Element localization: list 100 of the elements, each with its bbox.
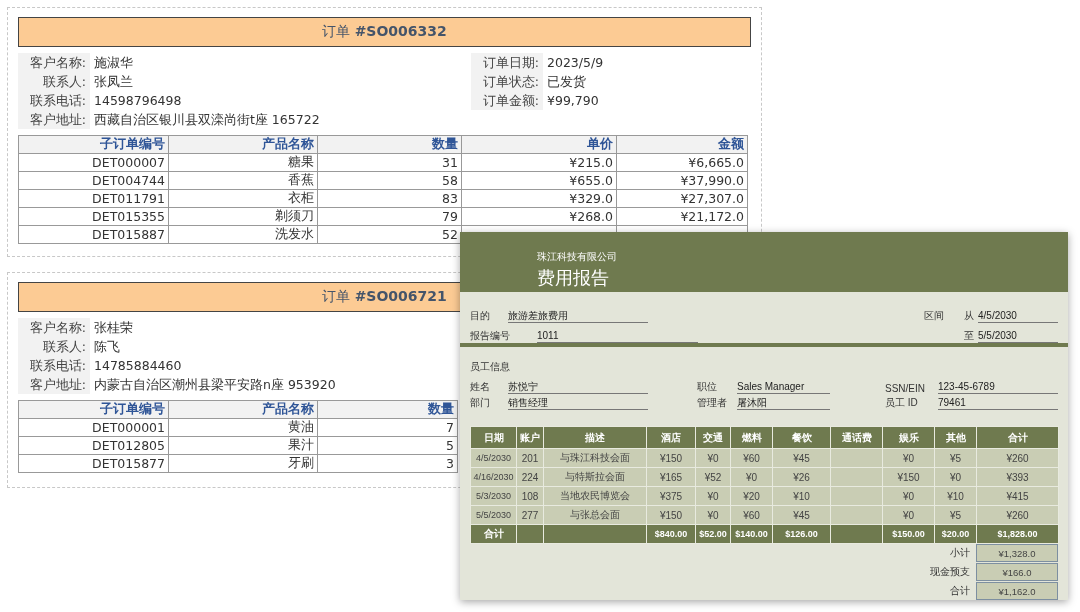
column-header: 餐饮 bbox=[772, 426, 831, 449]
column-header: 产品名称 bbox=[168, 135, 318, 154]
table-cell: 3 bbox=[317, 454, 458, 473]
table-cell: 7 bbox=[317, 418, 458, 437]
column-header: 产品名称 bbox=[168, 400, 318, 419]
table-cell: ¥268.0 bbox=[461, 207, 617, 226]
table-cell: 黄油 bbox=[168, 418, 318, 437]
table-cell: 洗发水 bbox=[168, 225, 318, 244]
summary-label: 小计 bbox=[949, 546, 971, 560]
table-cell: 31 bbox=[317, 153, 462, 172]
table-cell: ¥27,307.0 bbox=[616, 189, 748, 208]
field-label: 至 bbox=[964, 329, 975, 344]
field-label: SSN/EIN bbox=[885, 383, 926, 394]
field-label: 目的 bbox=[470, 309, 491, 324]
field-label: 订单金额: bbox=[471, 91, 543, 110]
field-value: ¥99,790 bbox=[546, 92, 600, 110]
field-label: 管理者 bbox=[697, 396, 728, 410]
table-cell: DET000001 bbox=[18, 418, 169, 437]
table-cell: 剃须刀 bbox=[168, 207, 318, 226]
field-value: 内蒙古自治区潮州县梁平安路n座 953920 bbox=[93, 376, 337, 394]
table-cell: 牙刷 bbox=[168, 454, 318, 473]
summary-value: ¥1,162.0 bbox=[976, 582, 1058, 600]
summary-label: 现金预支 bbox=[929, 565, 971, 579]
column-header: 数量 bbox=[317, 400, 458, 419]
table-cell: DET015887 bbox=[18, 225, 169, 244]
table-cell: 83 bbox=[317, 189, 462, 208]
table-cell: ¥215.0 bbox=[461, 153, 617, 172]
field-label: 区间 bbox=[924, 309, 945, 324]
summary-label: 合计 bbox=[949, 584, 971, 598]
column-header: 交通 bbox=[695, 426, 731, 449]
section-title: 员工信息 bbox=[469, 360, 511, 374]
order-title: 订单 #SO006332 bbox=[18, 17, 751, 47]
table-cell: 79 bbox=[317, 207, 462, 226]
field-value: 旅游差旅费用 bbox=[508, 309, 648, 324]
field-label: 联系电话: bbox=[18, 91, 90, 110]
column-header: 合计 bbox=[976, 426, 1059, 449]
field-value: 张桂荣 bbox=[93, 319, 134, 337]
field-value: 79461 bbox=[938, 396, 1058, 410]
table-cell: DET000007 bbox=[18, 153, 169, 172]
field-value: 4/5/2030 bbox=[978, 309, 1058, 324]
table-cell: DET015877 bbox=[18, 454, 169, 473]
field-value: 西藏自治区银川县双滦尚街t座 165722 bbox=[93, 111, 321, 129]
table-cell: ¥655.0 bbox=[461, 171, 617, 190]
summary-value: ¥1,328.0 bbox=[976, 544, 1058, 562]
field-value: 14785884460 bbox=[93, 357, 183, 375]
field-value: 屠沐阳 bbox=[737, 396, 830, 410]
table-cell: 糖果 bbox=[168, 153, 318, 172]
column-header: 子订单编号 bbox=[18, 400, 169, 419]
column-header: 描述 bbox=[543, 426, 647, 449]
field-label: 联系人: bbox=[18, 72, 90, 91]
table-cell: ¥329.0 bbox=[461, 189, 617, 208]
field-label: 客户名称: bbox=[18, 318, 90, 337]
summary-value: ¥166.0 bbox=[976, 563, 1058, 581]
table-cell: ¥37,990.0 bbox=[616, 171, 748, 190]
column-header: 酒店 bbox=[646, 426, 696, 449]
column-header: 子订单编号 bbox=[18, 135, 169, 154]
table-cell: 果汁 bbox=[168, 436, 318, 455]
field-label: 从 bbox=[964, 309, 975, 324]
column-header: 数量 bbox=[317, 135, 462, 154]
field-value: 已发货 bbox=[546, 73, 587, 91]
column-header: 单价 bbox=[461, 135, 617, 154]
field-value: 123-45-6789 bbox=[938, 380, 1058, 394]
table-cell: DET004744 bbox=[18, 171, 169, 190]
field-label: 职位 bbox=[697, 380, 718, 394]
column-header: 账户 bbox=[516, 426, 544, 449]
column-header: 日期 bbox=[470, 426, 517, 449]
table-cell: 衣柜 bbox=[168, 189, 318, 208]
field-label: 姓名 bbox=[470, 380, 491, 394]
field-value: 陈飞 bbox=[93, 338, 121, 356]
table-cell: 58 bbox=[317, 171, 462, 190]
column-header: 金额 bbox=[616, 135, 748, 154]
field-label: 部门 bbox=[470, 396, 491, 410]
table-cell: ¥21,172.0 bbox=[616, 207, 748, 226]
field-label: 订单状态: bbox=[471, 72, 543, 91]
table-cell: ¥6,665.0 bbox=[616, 153, 748, 172]
column-header: 娱乐 bbox=[882, 426, 935, 449]
field-label: 报告编号 bbox=[470, 329, 508, 344]
field-label: 客户名称: bbox=[18, 53, 90, 72]
column-header: 通话费 bbox=[830, 426, 883, 449]
field-value: 2023/5/9 bbox=[546, 54, 605, 72]
field-value: 14598796498 bbox=[93, 92, 183, 110]
table-cell: DET011791 bbox=[18, 189, 169, 208]
field-label: 员工 ID bbox=[885, 396, 919, 410]
table-cell: 5 bbox=[317, 436, 458, 455]
field-label: 客户地址: bbox=[18, 375, 90, 394]
column-header: 其他 bbox=[934, 426, 977, 449]
field-value: 销售经理 bbox=[508, 396, 648, 410]
field-value: 苏悦宁 bbox=[508, 380, 648, 394]
field-label: 联系电话: bbox=[18, 356, 90, 375]
field-label: 客户地址: bbox=[18, 110, 90, 129]
table-cell: 香蕉 bbox=[168, 171, 318, 190]
column-header: 燃料 bbox=[730, 426, 773, 449]
field-label: 订单日期: bbox=[471, 53, 543, 72]
field-label: 联系人: bbox=[18, 337, 90, 356]
company-name: 珠江科技有限公司 bbox=[537, 250, 618, 264]
field-value: Sales Manager bbox=[737, 380, 830, 394]
table-cell: DET015355 bbox=[18, 207, 169, 226]
field-value: 张凤兰 bbox=[93, 73, 134, 91]
table-cell: DET012805 bbox=[18, 436, 169, 455]
field-value: 施淑华 bbox=[93, 54, 134, 72]
